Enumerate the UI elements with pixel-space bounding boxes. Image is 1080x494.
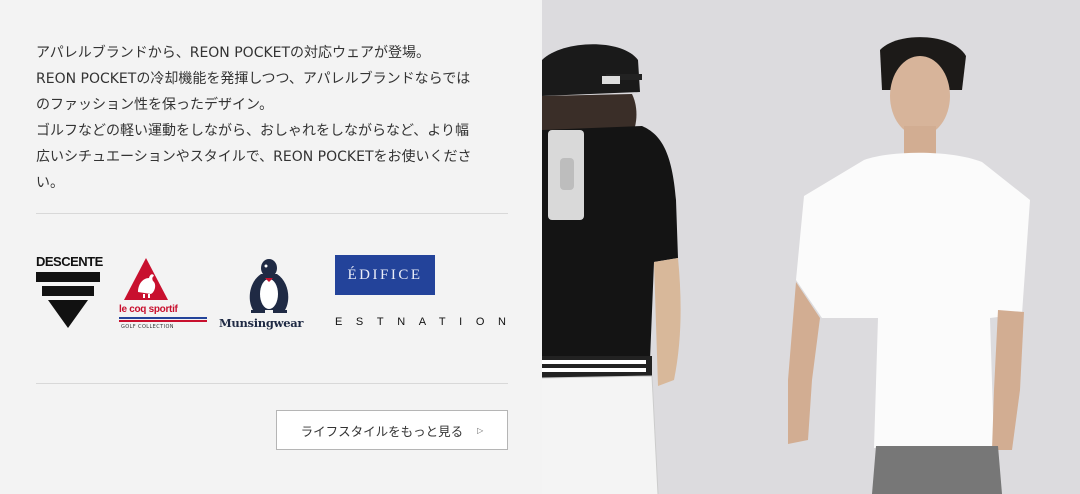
munsingwear-wordmark: Munsingwear xyxy=(219,316,304,330)
intro-line: のファッション性を保ったデザイン。 xyxy=(36,97,274,113)
page: アパレルブランドから、REON POCKETの対応ウェアが登場。 REON PO… xyxy=(0,0,1080,494)
munsingwear-logo: Munsingwear xyxy=(219,254,319,334)
intro-line: ゴルフなどの軽い運動をしながら、おしゃれをしながらなど、より幅 xyxy=(36,123,470,139)
intro-line: アパレルブランドから、REON POCKETの対応ウェアが登場。 xyxy=(36,45,431,61)
lecoq-subtitle: GOLF COLLECTION xyxy=(121,324,174,330)
more-lifestyle-button[interactable]: ライフスタイルをもっと見る ▷ xyxy=(276,410,508,450)
triangle-right-icon: ▷ xyxy=(477,425,484,435)
divider xyxy=(36,213,508,214)
intro-line: REON POCKETの冷却機能を発揮しつつ、アパレルブランドならでは xyxy=(36,71,471,87)
divider xyxy=(36,383,508,384)
tshirt-model xyxy=(788,37,1030,494)
lecoq-wordmark: le coq sportif xyxy=(119,304,178,315)
penguin-icon xyxy=(249,259,289,313)
golf-model xyxy=(542,44,681,494)
left-panel: アパレルブランドから、REON POCKETの対応ウェアが登場。 REON PO… xyxy=(0,0,542,494)
estnation-logo: ESTNATION xyxy=(335,316,520,328)
edifice-logo: ÉDIFICE xyxy=(335,255,435,295)
tricolor-stripe xyxy=(119,317,207,322)
descente-logo: DESCENTE xyxy=(36,254,103,328)
intro-line: い。 xyxy=(36,175,64,191)
intro-text: アパレルブランドから、REON POCKETの対応ウェアが登場。 REON PO… xyxy=(36,40,506,196)
lecoq-logo: le coq sportif GOLF COLLECTION xyxy=(119,254,207,334)
models-illustration xyxy=(542,37,1030,494)
descente-arrow-icon xyxy=(36,272,100,328)
more-lifestyle-label: ライフスタイルをもっと見る xyxy=(300,423,464,439)
intro-line: 広いシチュエーションやスタイルで、REON POCKETをお使いくださ xyxy=(36,149,472,165)
rooster-icon xyxy=(124,258,168,300)
brand-logos: DESCENTE le coq sportif GOLF COLLECTION … xyxy=(36,250,511,340)
lifestyle-photo xyxy=(542,0,1080,494)
descente-wordmark: DESCENTE xyxy=(36,254,103,269)
